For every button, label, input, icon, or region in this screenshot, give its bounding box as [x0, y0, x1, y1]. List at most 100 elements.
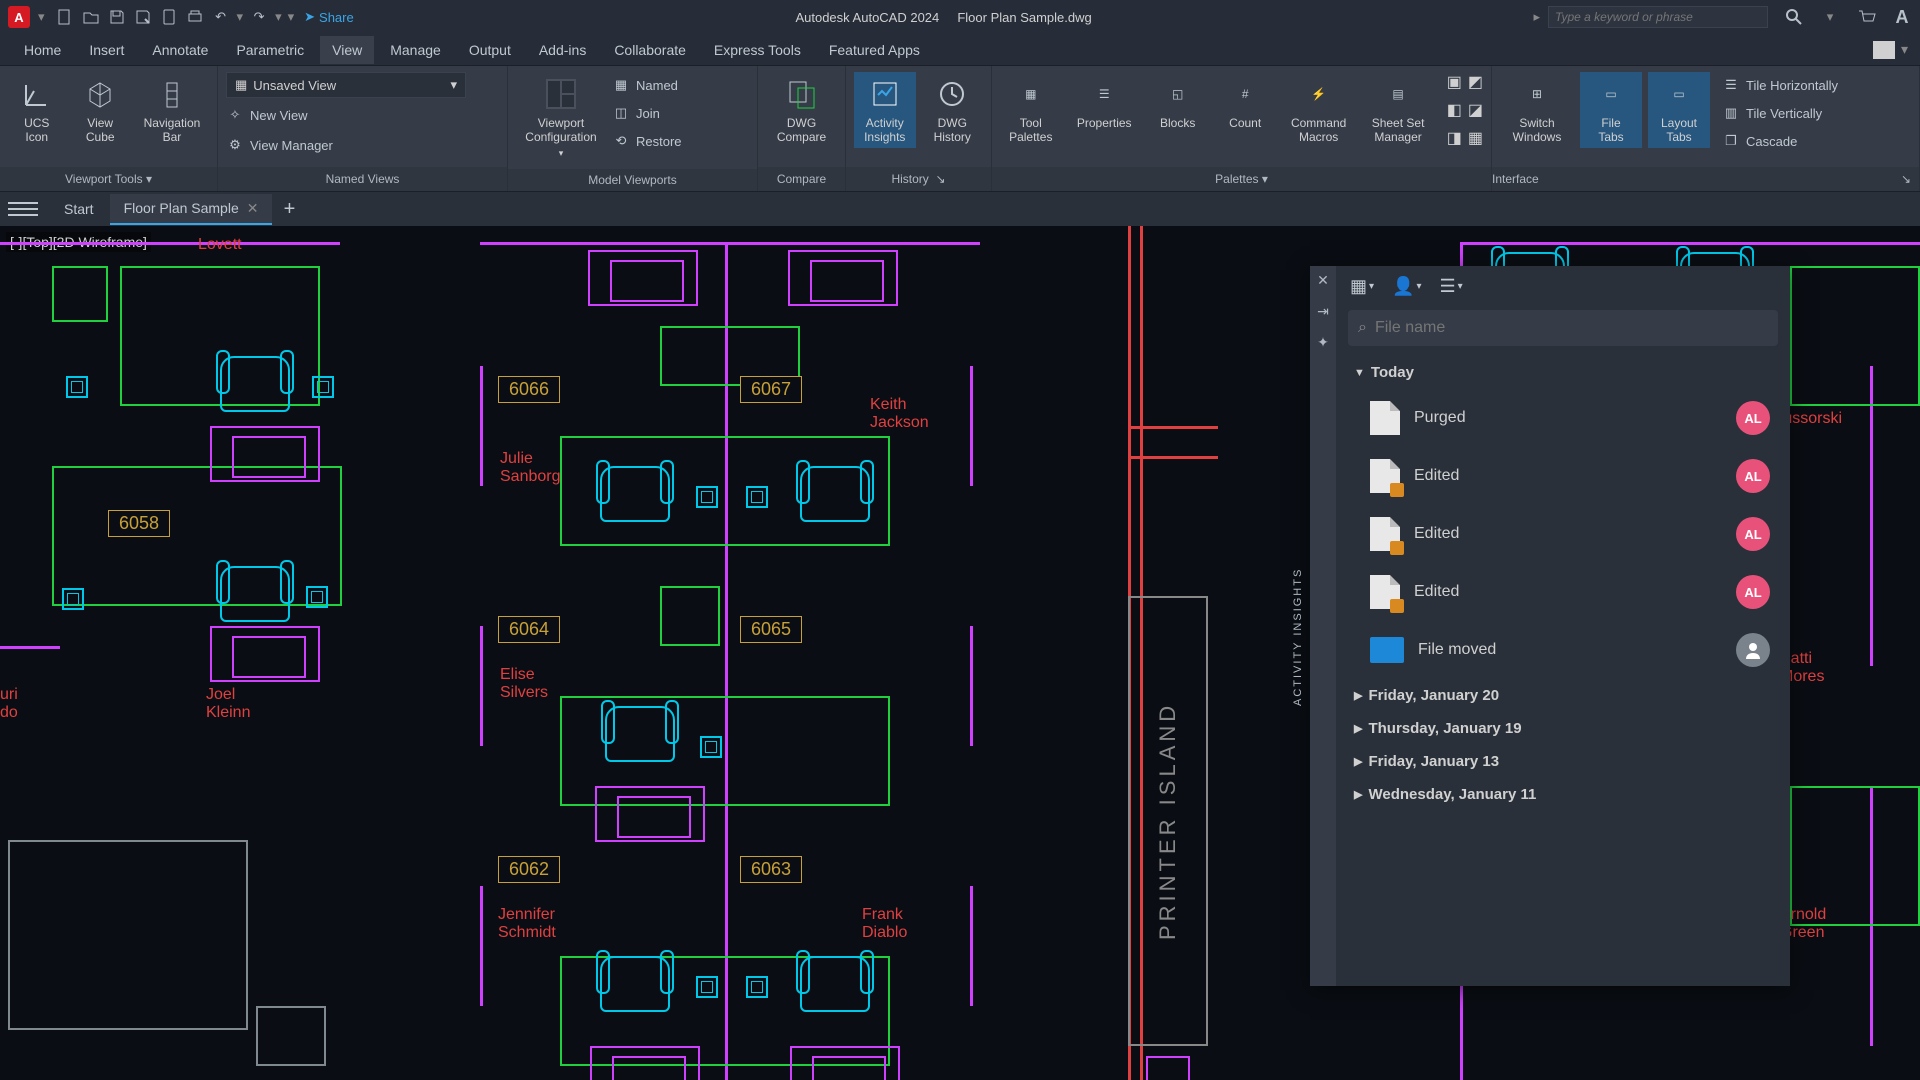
search-input[interactable]	[1548, 6, 1768, 28]
viewport-config-button[interactable]: Viewport Configuration▾	[516, 72, 606, 163]
panel-close-icon[interactable]: ✕	[1317, 272, 1329, 289]
tile-v-button[interactable]: ▥Tile Vertically	[1722, 100, 1838, 126]
restore-viewport-button[interactable]: ⟲Restore	[612, 128, 682, 154]
file-tab-menu-icon[interactable]	[8, 197, 38, 221]
panel-title-palettes[interactable]: Palettes ▾	[992, 167, 1491, 191]
tab-featured[interactable]: Featured Apps	[817, 36, 932, 64]
new-view-button[interactable]: ✧New View	[226, 102, 308, 128]
ribbon-dropdown-icon[interactable]: ▾	[1901, 41, 1908, 58]
tab-collaborate[interactable]: Collaborate	[602, 36, 698, 64]
tab-express[interactable]: Express Tools	[702, 36, 813, 64]
search-expand-icon[interactable]: ▸	[1533, 9, 1540, 25]
named-view-select[interactable]: ▦Unsaved View▾	[226, 72, 466, 98]
switch-windows-button[interactable]: ⊞Switch Windows	[1500, 72, 1574, 148]
named-viewport-button[interactable]: ▦Named	[612, 72, 682, 98]
panel-title-compare: Compare	[758, 167, 845, 191]
new-tab-button[interactable]: +	[274, 194, 304, 224]
properties-button[interactable]: ☰Properties	[1068, 72, 1141, 134]
activity-view-icon[interactable]: ▦▾	[1350, 276, 1374, 297]
close-tab-icon[interactable]: ✕	[247, 200, 259, 217]
undo-icon[interactable]: ↶	[211, 7, 231, 27]
activity-search[interactable]: ⌕	[1348, 310, 1778, 346]
redo-icon[interactable]: ↷	[249, 7, 269, 27]
tab-home[interactable]: Home	[12, 36, 73, 64]
tab-document[interactable]: Floor Plan Sample✕	[110, 194, 273, 225]
new-file-icon[interactable]	[55, 7, 75, 27]
file-tabs-button[interactable]: ▭File Tabs	[1580, 72, 1642, 148]
tab-view[interactable]: View	[320, 36, 374, 64]
dwg-history-button[interactable]: DWG History	[922, 72, 984, 148]
activity-group[interactable]: ▶Wednesday, January 11	[1342, 778, 1784, 811]
activity-item[interactable]: File moved	[1342, 621, 1784, 679]
ribbon-minimize-icon[interactable]	[1873, 41, 1895, 59]
ucs-icon-button[interactable]: UCS Icon	[8, 72, 65, 148]
tab-addins[interactable]: Add-ins	[527, 36, 598, 64]
palette-extra-5-icon[interactable]: ◪	[1468, 100, 1483, 126]
redo-dropdown[interactable]: ▾	[275, 9, 282, 25]
person-label: Joel Kleinn	[206, 686, 250, 721]
drawing-canvas[interactable]: [-][Top][2D Wireframe] 6058 6066 6067 60…	[0, 226, 1920, 1080]
palette-extra-6-icon[interactable]: ▦	[1468, 128, 1483, 154]
cascade-button[interactable]: ❐Cascade	[1722, 128, 1838, 154]
activity-search-input[interactable]	[1375, 319, 1768, 337]
person-label: Lovett	[198, 236, 242, 254]
activity-list-icon[interactable]: ☰▾	[1440, 276, 1463, 297]
palette-extra-1-icon[interactable]: ▣	[1447, 72, 1462, 98]
cart-icon[interactable]	[1856, 7, 1876, 27]
count-button[interactable]: #Count	[1214, 72, 1276, 134]
tab-output[interactable]: Output	[457, 36, 523, 64]
activity-group[interactable]: ▶Friday, January 20	[1342, 679, 1784, 712]
activity-insights-button[interactable]: Activity Insights	[854, 72, 916, 148]
activity-group[interactable]: ▶Thursday, January 19	[1342, 712, 1784, 745]
palette-extra-3-icon[interactable]: ◨	[1447, 128, 1462, 154]
tab-manage[interactable]: Manage	[378, 36, 453, 64]
command-macros-button[interactable]: ⚡Command Macros	[1282, 72, 1355, 148]
activity-group-today[interactable]: ▼Today	[1342, 356, 1784, 389]
panel-settings-icon[interactable]: ✦	[1317, 334, 1329, 351]
document-edit-icon	[1370, 459, 1400, 493]
blocks-button[interactable]: ◱Blocks	[1147, 72, 1209, 134]
share-button[interactable]: ➤ Share	[304, 9, 354, 25]
tab-start[interactable]: Start	[50, 195, 108, 223]
sheet-set-button[interactable]: ▤Sheet Set Manager	[1361, 72, 1434, 148]
qat-dropdown[interactable]: ▾	[38, 9, 45, 25]
panel-title-interface[interactable]: Interface↘	[1492, 167, 1919, 191]
web-mobile-icon[interactable]	[159, 7, 179, 27]
person-label: Frank Diablo	[862, 906, 907, 941]
panel-dock-icon[interactable]: ⇥	[1317, 303, 1329, 320]
tool-palettes-button[interactable]: ▦Tool Palettes	[1000, 72, 1062, 148]
view-cube-button[interactable]: View Cube	[71, 72, 128, 148]
palette-extra-2-icon[interactable]: ◧	[1447, 100, 1462, 126]
save-as-icon[interactable]	[133, 7, 153, 27]
activity-item[interactable]: Purged AL	[1342, 389, 1784, 447]
plot-icon[interactable]	[185, 7, 205, 27]
room-label: 6065	[740, 616, 802, 643]
open-file-icon[interactable]	[81, 7, 101, 27]
signin-dropdown-icon[interactable]: ▾	[1820, 7, 1840, 27]
app-logo[interactable]: A	[8, 6, 30, 28]
join-viewport-button[interactable]: ◫Join	[612, 100, 682, 126]
autodesk-icon[interactable]: A	[1892, 7, 1912, 27]
qat-more-dropdown[interactable]: ▾	[288, 9, 295, 25]
panel-title-history[interactable]: History ↘	[846, 167, 991, 191]
tab-annotate[interactable]: Annotate	[140, 36, 220, 64]
layout-tabs-button[interactable]: ▭Layout Tabs	[1648, 72, 1710, 148]
palette-extra-4-icon[interactable]: ◩	[1468, 72, 1483, 98]
activity-group[interactable]: ▶Friday, January 13	[1342, 745, 1784, 778]
activity-action: File moved	[1418, 641, 1722, 659]
room-label: 6064	[498, 616, 560, 643]
panel-title-viewport-tools[interactable]: Viewport Tools ▾	[0, 167, 217, 191]
tile-h-button[interactable]: ☰Tile Horizontally	[1722, 72, 1838, 98]
view-manager-button[interactable]: ⚙View Manager	[226, 132, 333, 158]
undo-dropdown[interactable]: ▾	[237, 9, 244, 25]
navigation-bar-button[interactable]: Navigation Bar	[135, 72, 209, 148]
tab-insert[interactable]: Insert	[77, 36, 136, 64]
dwg-compare-button[interactable]: DWG Compare	[766, 72, 837, 148]
search-icon[interactable]	[1784, 7, 1804, 27]
activity-item[interactable]: Edited AL	[1342, 447, 1784, 505]
activity-user-icon[interactable]: 👤▾	[1392, 276, 1421, 297]
tab-parametric[interactable]: Parametric	[224, 36, 316, 64]
activity-item[interactable]: Edited AL	[1342, 505, 1784, 563]
save-icon[interactable]	[107, 7, 127, 27]
activity-item[interactable]: Edited AL	[1342, 563, 1784, 621]
